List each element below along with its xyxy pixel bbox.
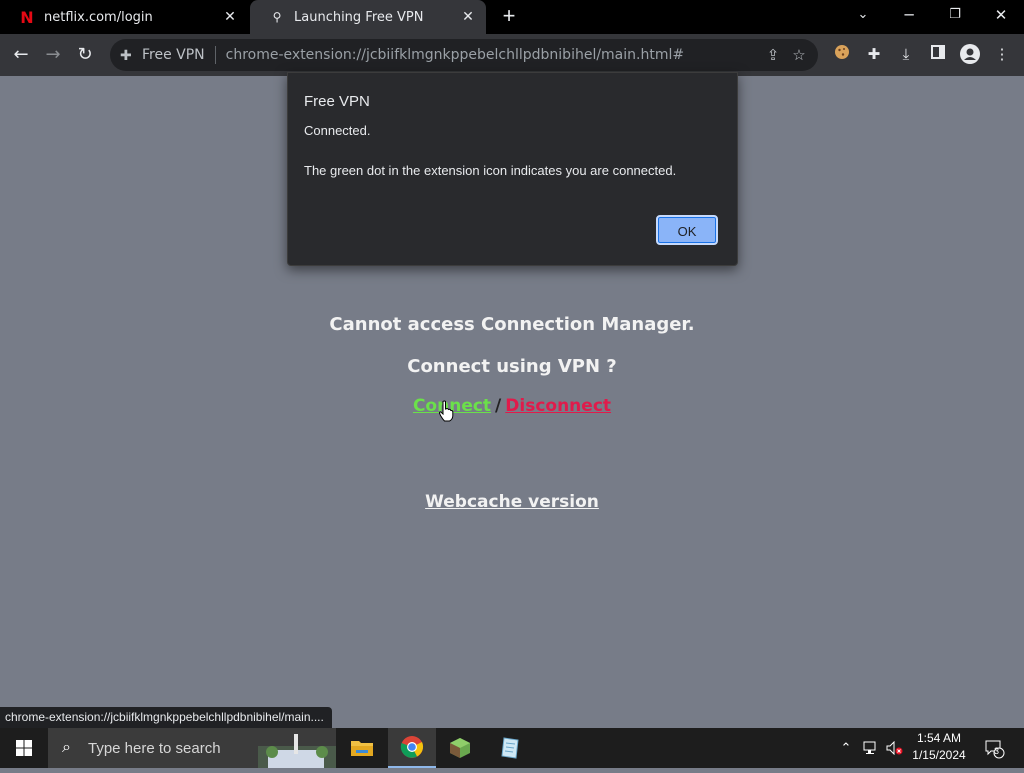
search-placeholder: Type here to search: [88, 739, 221, 757]
tab-strip: N netflix.com/login ✕ ⚲ Launching Free V…: [0, 0, 1024, 34]
notes-app-icon: [501, 737, 519, 759]
error-message: Cannot access Connection Manager.: [329, 314, 695, 335]
connect-links: Connect / Disconnect: [0, 396, 1024, 416]
tab-title: netflix.com/login: [44, 9, 153, 25]
address-bar[interactable]: ✚ Free VPN chrome-extension://jcbiifklmg…: [110, 39, 818, 71]
download-icon[interactable]: ⤓: [894, 44, 918, 66]
back-button[interactable]: ←: [6, 40, 36, 70]
ok-button[interactable]: OK: [656, 215, 718, 245]
folder-icon: [351, 741, 373, 756]
notification-count-badge: 3: [994, 746, 1000, 756]
restore-button[interactable]: ❐: [932, 0, 978, 30]
bookmark-star-icon[interactable]: ☆: [786, 46, 812, 64]
puzzle-piece-icon: ✚: [120, 46, 132, 63]
tab-search-chevron-icon[interactable]: ⌄: [840, 0, 886, 30]
share-icon[interactable]: ⇪: [760, 46, 786, 64]
start-button[interactable]: [0, 728, 48, 768]
search-highlight-illustration-icon: [258, 734, 336, 768]
taskbar-chrome[interactable]: [388, 728, 436, 768]
browser-toolbar: ← → ↻ ✚ Free VPN chrome-extension://jcbi…: [0, 34, 1024, 76]
menu-kebab-icon[interactable]: ⋮: [990, 44, 1014, 66]
url-text[interactable]: chrome-extension://jcbiifklmgnkppebelchl…: [226, 47, 760, 63]
taskbar-app-green[interactable]: [436, 728, 484, 768]
clock-time: 1:54 AM: [916, 731, 962, 745]
close-tab-icon[interactable]: ✕: [222, 9, 238, 25]
tab-free-vpn[interactable]: ⚲ Launching Free VPN ✕: [250, 0, 486, 34]
status-bubble: chrome-extension://jcbiifklmgnkppebelchl…: [0, 707, 332, 728]
tab-netflix[interactable]: N netflix.com/login ✕: [0, 0, 248, 34]
new-tab-button[interactable]: +: [498, 4, 520, 28]
taskbar-app-notes[interactable]: [486, 728, 534, 768]
close-window-button[interactable]: ✕: [978, 0, 1024, 30]
reload-button[interactable]: ↻: [70, 40, 100, 70]
vpn-extension-icon: ⚲: [272, 10, 282, 24]
hand-cursor-icon: [438, 400, 454, 422]
forward-button[interactable]: →: [38, 40, 68, 70]
webcache-link[interactable]: Webcache version: [425, 492, 599, 512]
dialog-title: Free VPN: [304, 93, 370, 110]
network-icon[interactable]: [860, 728, 882, 768]
disconnect-link[interactable]: Disconnect: [505, 396, 611, 416]
chrome-icon: [400, 736, 424, 758]
taskbar: ⌕ Type here to search ⌃ 1:54 AM 1/15/202…: [0, 728, 1024, 768]
system-clock[interactable]: 1:54 AM 1/15/2024: [906, 730, 972, 764]
minecraft-block-icon: [450, 738, 470, 758]
volume-muted-icon[interactable]: [884, 728, 906, 768]
alert-dialog: Free VPN Connected. The green dot in the…: [287, 72, 738, 266]
cookie-extension-icon[interactable]: [830, 44, 854, 66]
connect-prompt: Connect using VPN ?: [407, 356, 617, 377]
taskbar-search[interactable]: ⌕ Type here to search: [48, 728, 336, 768]
side-panel-icon[interactable]: [926, 44, 950, 66]
netflix-icon: N: [20, 7, 34, 27]
clock-date: 1/15/2024: [912, 748, 966, 762]
tab-title: Launching Free VPN: [294, 9, 424, 25]
minimize-button[interactable]: ─: [886, 0, 932, 30]
webcache-container: Webcache version: [0, 492, 1024, 512]
dialog-detail: The green dot in the extension icon indi…: [304, 163, 677, 178]
divider: [214, 46, 216, 64]
taskbar-file-explorer[interactable]: [338, 728, 386, 768]
notifications-button[interactable]: 3: [980, 728, 1008, 768]
windows-logo-icon: [16, 740, 32, 756]
close-tab-icon[interactable]: ✕: [460, 9, 476, 25]
search-icon: ⌕: [62, 739, 71, 756]
show-hidden-icons-chevron-icon[interactable]: ⌃: [836, 728, 856, 768]
origin-chip: Free VPN: [142, 47, 205, 63]
profile-avatar-icon[interactable]: [958, 44, 982, 66]
link-separator: /: [495, 396, 502, 416]
extensions-puzzle-icon[interactable]: ✚: [862, 44, 886, 66]
dialog-message: Connected.: [304, 123, 371, 138]
